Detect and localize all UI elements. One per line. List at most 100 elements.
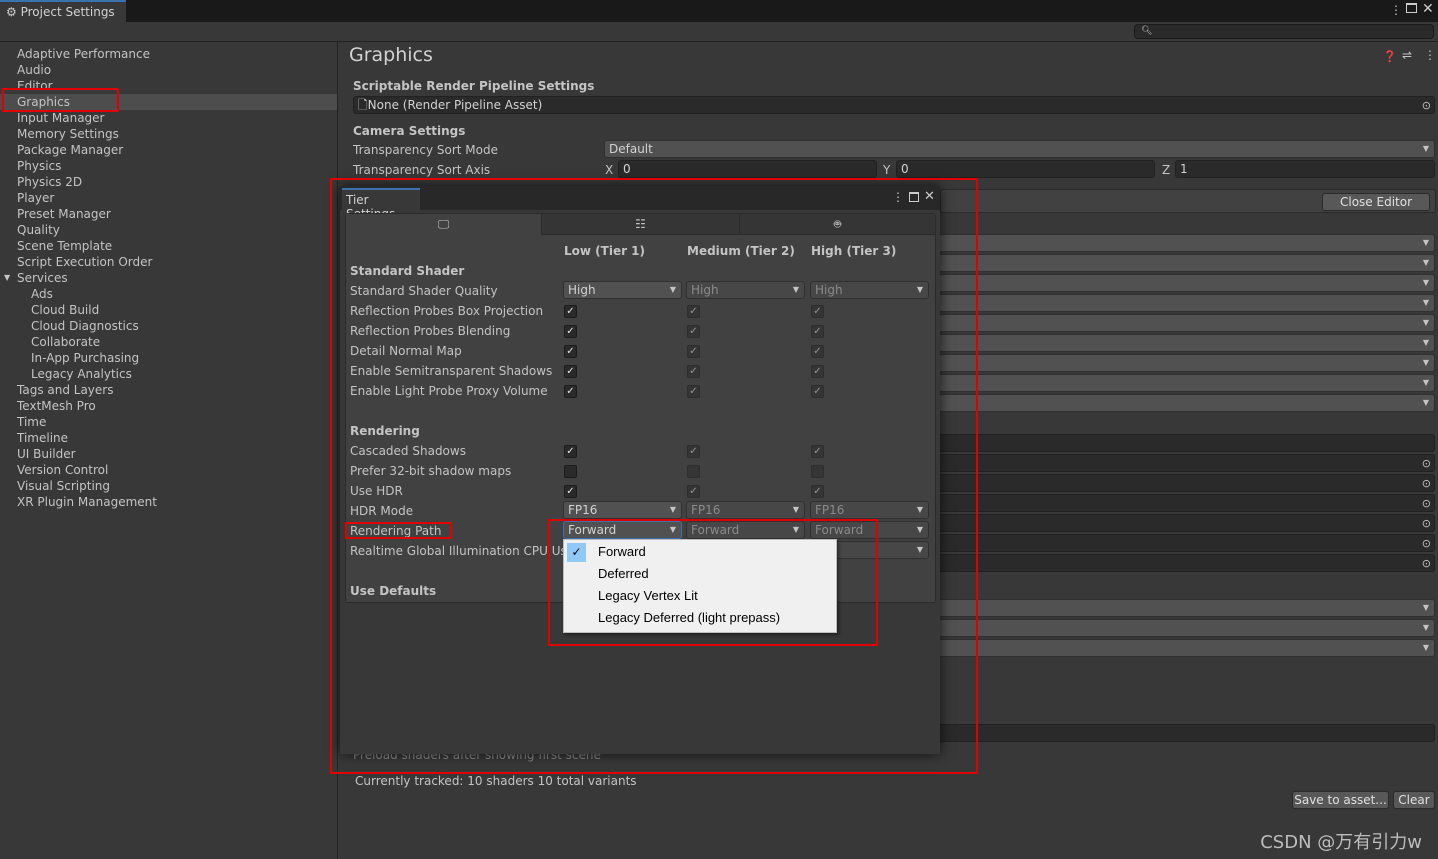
- background-field[interactable]: [930, 724, 1435, 742]
- save-to-asset-button[interactable]: Save to asset...: [1292, 791, 1389, 809]
- background-object-field[interactable]: ⊙: [930, 514, 1435, 532]
- sidebar-item-cloud-build[interactable]: Cloud Build: [0, 302, 337, 318]
- sidebar-item-collaborate[interactable]: Collaborate: [0, 334, 337, 350]
- sidebar-item-time[interactable]: Time: [0, 414, 337, 430]
- background-dropdown[interactable]: ▼: [930, 599, 1435, 617]
- background-object-field[interactable]: ⊙: [930, 454, 1435, 472]
- dropdown-rendering-path-tier1[interactable]: Forward ▼: [563, 521, 682, 539]
- checkbox-cascaded-shadows-tier1[interactable]: ✓: [564, 445, 577, 458]
- background-dropdown[interactable]: ▼: [930, 234, 1435, 252]
- checkbox-reflection-probes-box-projection-tier3[interactable]: ✓: [811, 305, 824, 318]
- sidebar-item-tags-and-layers[interactable]: Tags and Layers: [0, 382, 337, 398]
- background-dropdown[interactable]: ▼: [930, 394, 1435, 412]
- dropdown-rendering-path-tier2[interactable]: Forward ▼: [686, 521, 805, 539]
- sidebar-item-textmesh-pro[interactable]: TextMesh Pro: [0, 398, 337, 414]
- maximize-icon[interactable]: [909, 192, 919, 202]
- maximize-icon[interactable]: [1406, 3, 1417, 13]
- background-object-field[interactable]: ⊙: [930, 534, 1435, 552]
- checkbox-use-hdr-tier3[interactable]: ✓: [811, 485, 824, 498]
- background-object-field[interactable]: ⊙: [930, 554, 1435, 572]
- checkbox-enable-semitransparent-shadows-tier2[interactable]: ✓: [687, 365, 700, 378]
- background-object-field[interactable]: ⊙: [930, 494, 1435, 512]
- sidebar-item-legacy-analytics[interactable]: Legacy Analytics: [0, 366, 337, 382]
- more-menu-icon[interactable]: ⋮: [892, 190, 904, 204]
- checkbox-enable-light-probe-proxy-volume-tier1[interactable]: ✓: [564, 385, 577, 398]
- dropdown-hdr-mode-tier3[interactable]: FP16 ▼: [810, 501, 929, 519]
- object-picker-icon[interactable]: ⊙: [1422, 556, 1431, 572]
- background-object-field[interactable]: ⊙: [930, 474, 1435, 492]
- dropdown-rendering-path-tier3[interactable]: Forward ▼: [810, 521, 929, 539]
- background-dropdown[interactable]: ▼: [930, 314, 1435, 332]
- sidebar-item-ads[interactable]: Ads: [0, 286, 337, 302]
- more-menu-icon[interactable]: ⋮: [1390, 3, 1402, 17]
- checkbox-cascaded-shadows-tier2[interactable]: ✓: [687, 445, 700, 458]
- sidebar-item-player[interactable]: Player: [0, 190, 337, 206]
- project-settings-tab[interactable]: ⚙ Project Settings: [0, 0, 126, 22]
- menu-item-deferred[interactable]: Deferred: [564, 563, 836, 585]
- sidebar-item-version-control[interactable]: Version Control: [0, 462, 337, 478]
- platform-tab-standalone[interactable]: 🖵: [346, 214, 542, 235]
- background-dropdown[interactable]: ▼: [930, 374, 1435, 392]
- background-dropdown[interactable]: ▼: [930, 274, 1435, 292]
- more-icon[interactable]: ⋮: [1424, 48, 1436, 62]
- sidebar-item-package-manager[interactable]: Package Manager: [0, 142, 337, 158]
- sidebar-item-memory-settings[interactable]: Memory Settings: [0, 126, 337, 142]
- background-dropdown[interactable]: ▼: [930, 354, 1435, 372]
- menu-item-legacy-deferred-light-prepass-[interactable]: Legacy Deferred (light prepass): [564, 607, 836, 629]
- object-picker-icon[interactable]: ⊙: [1422, 456, 1431, 472]
- checkbox-reflection-probes-blending-tier1[interactable]: ✓: [564, 325, 577, 338]
- object-picker-icon[interactable]: ⊙: [1422, 496, 1431, 512]
- axis-z-field[interactable]: 1: [1175, 160, 1435, 178]
- dropdown-standard-shader-quality-tier3[interactable]: High ▼: [810, 281, 929, 299]
- checkbox-reflection-probes-blending-tier2[interactable]: ✓: [687, 325, 700, 338]
- checkbox-use-hdr-tier2[interactable]: ✓: [687, 485, 700, 498]
- sidebar-item-audio[interactable]: Audio: [0, 62, 337, 78]
- preset-icon[interactable]: ⇌: [1402, 48, 1412, 62]
- sidebar-item-script-execution-order[interactable]: Script Execution Order: [0, 254, 337, 270]
- sidebar-item-physics-2d[interactable]: Physics 2D: [0, 174, 337, 190]
- platform-tab-server[interactable]: ☷: [542, 214, 740, 235]
- help-icon[interactable]: ❓: [1383, 50, 1397, 63]
- background-dropdown[interactable]: ▼: [930, 619, 1435, 637]
- checkbox-use-hdr-tier1[interactable]: ✓: [564, 485, 577, 498]
- sidebar-item-adaptive-performance[interactable]: Adaptive Performance: [0, 46, 337, 62]
- axis-y-field[interactable]: 0: [896, 160, 1155, 178]
- close-editor-button[interactable]: Close Editor: [1322, 193, 1430, 211]
- checkbox-prefer-32-bit-shadow-maps-tier2[interactable]: [687, 465, 700, 478]
- sidebar-item-xr-plugin-management[interactable]: XR Plugin Management: [0, 494, 337, 510]
- background-dropdown[interactable]: ▼: [930, 294, 1435, 312]
- checkbox-enable-semitransparent-shadows-tier3[interactable]: ✓: [811, 365, 824, 378]
- checkbox-prefer-32-bit-shadow-maps-tier3[interactable]: [811, 465, 824, 478]
- close-icon[interactable]: ✕: [924, 189, 935, 204]
- checkbox-reflection-probes-box-projection-tier2[interactable]: ✓: [687, 305, 700, 318]
- background-field[interactable]: [930, 434, 1435, 452]
- axis-x-field[interactable]: 0: [618, 160, 877, 178]
- checkbox-enable-light-probe-proxy-volume-tier3[interactable]: ✓: [811, 385, 824, 398]
- background-dropdown[interactable]: ▼: [930, 254, 1435, 272]
- checkbox-enable-semitransparent-shadows-tier1[interactable]: ✓: [564, 365, 577, 378]
- close-icon[interactable]: ✕: [1422, 1, 1434, 17]
- checkbox-reflection-probes-box-projection-tier1[interactable]: ✓: [564, 305, 577, 318]
- dropdown-standard-shader-quality-tier2[interactable]: High ▼: [686, 281, 805, 299]
- clear-button[interactable]: Clear: [1393, 791, 1435, 809]
- menu-item-legacy-vertex-lit[interactable]: Legacy Vertex Lit: [564, 585, 836, 607]
- sidebar-item-services[interactable]: ▼ Services: [0, 270, 337, 286]
- object-picker-icon[interactable]: ⊙: [1422, 536, 1431, 552]
- sidebar-item-in-app-purchasing[interactable]: In-App Purchasing: [0, 350, 337, 366]
- checkbox-detail-normal-map-tier1[interactable]: ✓: [564, 345, 577, 358]
- checkbox-reflection-probes-blending-tier3[interactable]: ✓: [811, 325, 824, 338]
- background-dropdown[interactable]: ▼: [930, 334, 1435, 352]
- tier-settings-tab[interactable]: Tier Settings: [342, 188, 420, 221]
- checkbox-enable-light-probe-proxy-volume-tier2[interactable]: ✓: [687, 385, 700, 398]
- sidebar-item-preset-manager[interactable]: Preset Manager: [0, 206, 337, 222]
- srp-asset-field[interactable]: 🗋None (Render Pipeline Asset) ⊙: [353, 96, 1435, 114]
- checkbox-detail-normal-map-tier3[interactable]: ✓: [811, 345, 824, 358]
- menu-item-forward[interactable]: ✓ Forward: [564, 541, 836, 563]
- sidebar-item-scene-template[interactable]: Scene Template: [0, 238, 337, 254]
- sidebar-item-timeline[interactable]: Timeline: [0, 430, 337, 446]
- background-dropdown[interactable]: ▼: [930, 639, 1435, 657]
- sidebar-item-cloud-diagnostics[interactable]: Cloud Diagnostics: [0, 318, 337, 334]
- object-picker-icon[interactable]: ⊙: [1422, 98, 1431, 114]
- search-input[interactable]: 🔍︎: [1134, 24, 1434, 39]
- sidebar-item-graphics[interactable]: Graphics: [0, 94, 337, 110]
